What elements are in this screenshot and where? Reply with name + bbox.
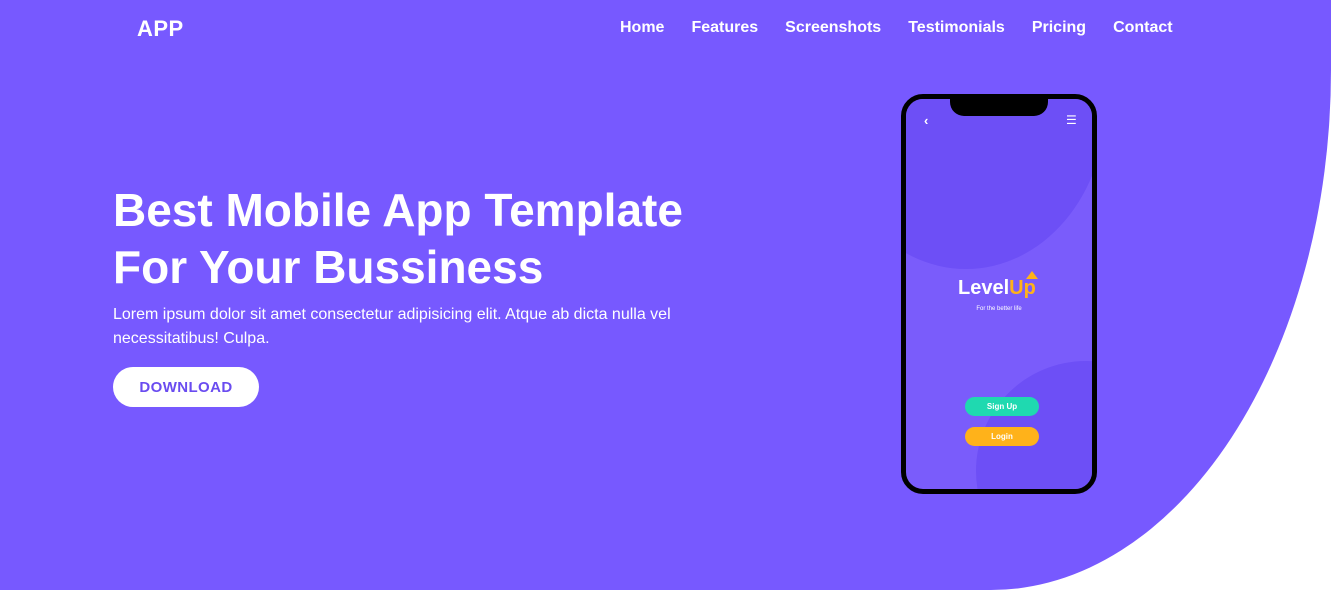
nav-features[interactable]: Features xyxy=(691,19,758,37)
phone-notch xyxy=(950,99,1048,116)
menu-icon[interactable]: ☰ xyxy=(1066,113,1077,127)
chevron-left-icon[interactable]: ‹ xyxy=(924,113,928,128)
nav-screenshots[interactable]: Screenshots xyxy=(785,19,881,37)
nav-pricing[interactable]: Pricing xyxy=(1032,19,1086,37)
download-button[interactable]: DOWNLOAD xyxy=(113,367,259,407)
phone-login-button[interactable]: Login xyxy=(965,427,1039,446)
phone-mockup: ‹ ☰ LevelUp For the better life Sign Up … xyxy=(901,94,1097,494)
nav-contact[interactable]: Contact xyxy=(1113,19,1173,37)
hero-title-line2: For Your Bussiness xyxy=(113,241,544,293)
app-logo-level: Level xyxy=(958,277,1010,299)
hero-subtitle: Lorem ipsum dolor sit amet consectetur a… xyxy=(113,306,671,347)
hero-title: Best Mobile App Template For Your Bussin… xyxy=(113,182,813,296)
phone-signup-button[interactable]: Sign Up xyxy=(965,397,1039,416)
app-logo: LevelUp xyxy=(958,277,1036,300)
nav-home[interactable]: Home xyxy=(620,19,664,37)
nav-testimonials[interactable]: Testimonials xyxy=(908,19,1005,37)
app-logo-up: Up xyxy=(1009,277,1036,299)
hero-section: APP Home Features Screenshots Testimonia… xyxy=(0,0,1331,590)
brand-logo[interactable]: APP xyxy=(137,16,184,42)
main-nav: Home Features Screenshots Testimonials P… xyxy=(620,19,1200,37)
hero-title-line1: Best Mobile App Template xyxy=(113,184,683,236)
app-tagline: For the better life xyxy=(976,306,1022,312)
